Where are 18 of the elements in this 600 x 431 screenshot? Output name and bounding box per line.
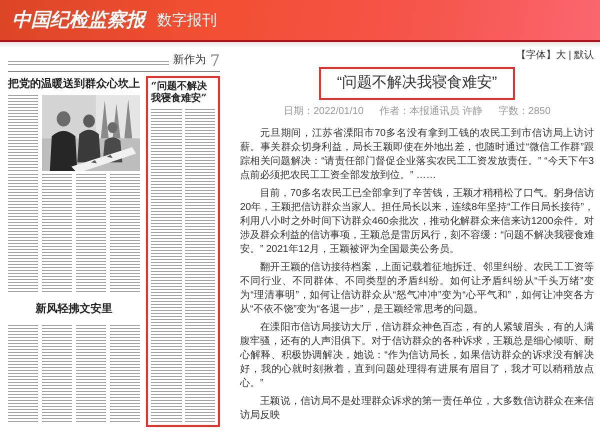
article-paragraph: 目前，70多名农民工已全部拿到了辛苦钱，王颖才稍稍松了口气。躬身信访20年，王颖把信访群众当家人。担任局长以来，连续8年坚持“工作日局长接待”，利用八小时之外时间下访群众460余批次，推动化解群众来信来访1200余件。对涉及群众利益的信访事项，王颖总是雷厉风行，刻不容缓：“问题不解决我寝食难安。” 2021年12月，王颖被评为全国最美公务员。: [240, 186, 594, 256]
article-paragraph: 在溧阳市信访局接访大厅，信访群众神色百态，有的人紧皱眉头，有的人满腹牢骚，还有的人声泪俱下。对于信访群众的各种诉求，王颖总是细心倾听、耐心解释、积极协调解决，她说：“作为信访局长，如果信访群众的诉求没有解决好，我的心就时刻揪着，直到问题处理得有进展有眉目了，我才可以稍稍放点心。”: [240, 320, 594, 390]
article-paragraph: 王颖说，信访局不是处理群众诉求的第一责任单位，大多数信访群众在来信访局反映: [240, 394, 594, 422]
logo[interactable]: 中国纪检监察报: [12, 6, 145, 34]
font-size-control[interactable]: 【字体】大 | 默认: [516, 48, 594, 63]
article-meta: 日期：2022/01/10: [283, 104, 364, 118]
selected-article-frame[interactable]: “问题不解决我寝食难安”: [146, 76, 220, 427]
article-meta: 作者：本报通讯员 许静: [380, 104, 482, 118]
section-title: 新作为: [172, 52, 206, 68]
headline: “问题不解决我寝食难安”: [151, 80, 208, 104]
page-number: 7: [210, 52, 220, 68]
article-paragraph: 元旦期间，江苏省溧阳市70多名没有拿到工钱的农民工到市信访局上访讨薪。事关群众切身利益，局长王颖即使在外地出差，也随时通过“微信工作群”跟踪相关问题解决：“请责任部门督促企业落实农民工工资发放责任。” “今天下午3点前必须把农民工工资全部发放到位。” ……: [240, 126, 594, 182]
headline[interactable]: 把党的温暖送到群众心坎上: [8, 76, 140, 92]
article-paragraph: 翻开王颖的信访接待档案，上面记载着征地拆迁、邻里纠纷、农民工工资等不同行业、不同群体、不同类型的矛盾纠纷。如何让矛盾纠纷从“千头万绪”变为“理清事明”，如何让信访群众从“怒气冲冲”变为“心平气和”，如何让冲突各方从“不依不饶”变为“各退一步”，是王颖经常思考的问题。: [240, 260, 594, 316]
site-subtitle: 数字报刊: [157, 10, 217, 31]
article-title: “问题不解决我寝食难安”: [319, 67, 515, 100]
article-meta: 字数：2850: [498, 104, 551, 118]
headline[interactable]: 新风轻拂文安里: [8, 297, 140, 322]
